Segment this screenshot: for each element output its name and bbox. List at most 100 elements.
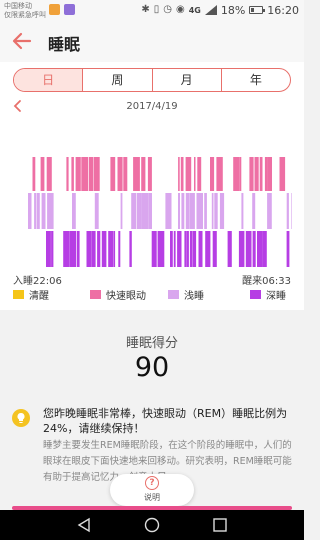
sleep-stage-segment: [186, 231, 189, 267]
sleep-screen: 中国移动 仅限紧急呼叫 ✱ ▯ ◷ ◉ 4G 18% 16:20 睡眠 日 周: [0, 0, 304, 540]
sleep-stage-segment: [94, 193, 99, 229]
sleep-stage-segment: [129, 231, 132, 267]
sleep-stage-segment: [34, 193, 37, 229]
sleep-stage-segment: [227, 231, 232, 267]
sleep-stage-segment: [178, 193, 180, 229]
wake-time-label: 醒来06:33: [242, 276, 291, 287]
chart-legend: 清醒 快速眼动 浅睡 深睡: [0, 287, 304, 303]
clock: 16:20: [267, 3, 299, 17]
legend-item-deep: 深睡: [250, 287, 286, 302]
sleep-score: 90: [134, 352, 170, 383]
carrier-status: 仅限紧急呼叫: [4, 10, 46, 19]
sleep-stage-segment: [192, 231, 197, 267]
sleep-stage-segment: [133, 157, 140, 191]
tab-week[interactable]: 周: [82, 69, 151, 91]
home-circle-icon[interactable]: [144, 517, 160, 533]
sleep-stage-segment: [88, 157, 94, 191]
vibrate-icon: ▯: [153, 4, 160, 15]
sleep-stage-segment: [72, 193, 76, 229]
sleep-stage-segment: [40, 157, 45, 191]
sleep-stage-segment: [181, 193, 185, 229]
sleep-stage-segment: [46, 231, 51, 267]
sleep-stage-segment: [165, 193, 172, 229]
sleep-stage-segment: [286, 193, 289, 229]
sleep-stage-segment: [196, 193, 203, 229]
sleep-stage-segment: [76, 231, 80, 267]
sleep-stage-segment: [110, 157, 116, 191]
bluetooth-icon: ✱: [141, 4, 150, 15]
status-right: ✱ ▯ ◷ ◉ 4G 18% 16:20: [141, 3, 299, 17]
sleep-stage-segment: [137, 193, 142, 229]
sleep-stage-segment: [81, 157, 89, 191]
sleep-card: 日 周 月 年 2017/4/19 入睡22:06 醒来06:33 清醒 快速眼…: [0, 62, 304, 310]
sleep-stage-segment: [211, 193, 214, 229]
legend-item-rem: 快速眼动: [90, 287, 146, 302]
sleep-stage-segment: [262, 231, 267, 267]
carrier-info: 中国移动 仅限紧急呼叫: [4, 2, 46, 19]
legend-item-light: 浅睡: [168, 287, 204, 302]
sleep-stage-segment: [189, 231, 192, 267]
sleep-stage-segment: [216, 157, 223, 191]
page-title: 睡眠: [48, 35, 81, 54]
sleep-stage-segment: [239, 157, 242, 191]
sleep-stage-segment: [108, 231, 114, 267]
sleep-stage-segment: [279, 157, 286, 191]
sleep-stage-segment: [214, 193, 218, 229]
sleep-stage-segment: [47, 193, 54, 229]
app-notification-icon: [64, 4, 75, 15]
tab-year[interactable]: 年: [220, 69, 290, 91]
sleep-stage-segment: [197, 157, 202, 191]
sleep-stage-segment: [185, 193, 190, 229]
sleep-stage-segment: [204, 193, 207, 229]
sleep-stage-segment: [131, 193, 137, 229]
sleep-stage-segment: [259, 157, 263, 191]
sleep-stage-segment: [245, 231, 252, 267]
legend-swatch: [90, 290, 101, 299]
legend-swatch: [168, 290, 179, 299]
sleep-stage-segment: [71, 157, 74, 191]
sleep-stage-segment: [233, 157, 240, 191]
sleep-stage-segment: [205, 231, 211, 267]
sleep-stage-segment: [141, 157, 146, 191]
sleep-start-label: 入睡22:06: [13, 276, 62, 287]
info-button-label: 说明: [144, 493, 160, 502]
sleep-stage-segment: [32, 157, 36, 191]
sleep-stage-segment: [120, 193, 123, 229]
sleep-stage-segment: [51, 231, 54, 267]
lightbulb-icon: [12, 409, 30, 427]
sleep-stage-segment: [210, 157, 215, 191]
sleep-stage-segment: [69, 231, 77, 267]
sleep-stage-segment: [257, 231, 263, 267]
sleep-stage-segment: [101, 231, 107, 267]
battery-icon: [249, 6, 266, 14]
sleep-stage-segment: [177, 231, 182, 267]
info-button[interactable]: ? 说明: [110, 474, 194, 506]
sleep-stage-segment: [36, 193, 40, 229]
sleep-stage-segment: [91, 231, 96, 267]
tip-summary: 您昨晚睡眠非常棒，快速眼动（REM）睡眠比例为24%，请继续保持！: [43, 407, 288, 435]
sleep-stage-segment: [241, 193, 244, 229]
tab-day[interactable]: 日: [14, 69, 83, 91]
sleep-stage-segment: [180, 157, 184, 191]
recents-square-icon[interactable]: [212, 517, 228, 533]
arrow-left-icon[interactable]: [10, 29, 34, 53]
back-triangle-icon[interactable]: [76, 517, 92, 533]
tab-month[interactable]: 月: [151, 69, 221, 91]
sleep-stage-segment: [198, 231, 203, 267]
sleep-stage-segment: [117, 157, 123, 191]
sleep-stage-segment: [46, 157, 52, 191]
signal-icon: [204, 5, 217, 15]
question-circle-icon: ?: [145, 476, 159, 490]
legend-item-awake: 清醒: [13, 287, 49, 302]
sleep-stage-segment: [118, 231, 121, 267]
sleep-stage-segment: [141, 193, 149, 229]
sleep-stage-segment: [219, 193, 225, 229]
score-title: 睡眠得分: [125, 336, 178, 351]
legend-swatch: [250, 290, 261, 299]
sleep-stage-segment: [194, 157, 196, 191]
sleep-stage-segment: [173, 231, 176, 267]
sleep-stage-segment: [93, 157, 100, 191]
sleep-stage-segment: [252, 231, 256, 267]
notification-icons: [49, 4, 75, 15]
sleep-stage-segment: [178, 157, 180, 191]
